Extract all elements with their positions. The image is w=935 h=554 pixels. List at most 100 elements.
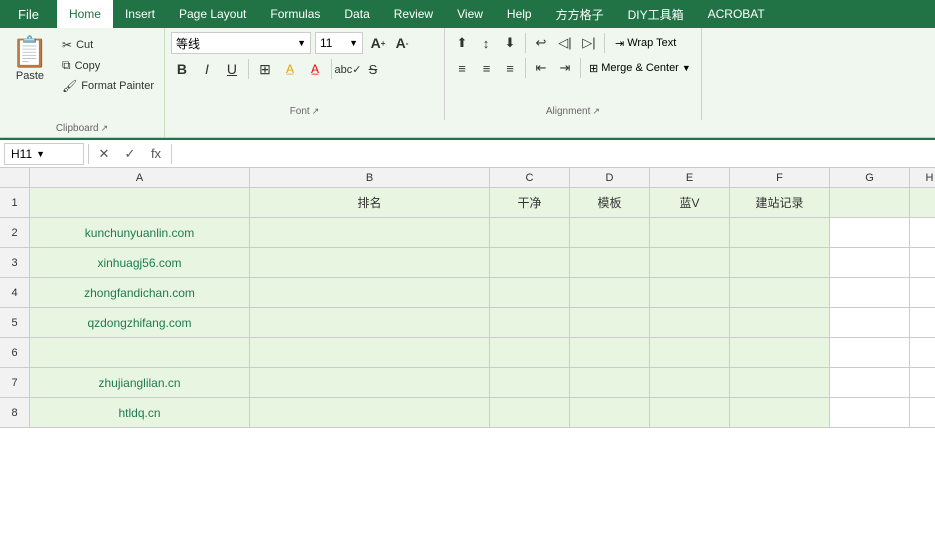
grid-cell[interactable] <box>650 308 730 338</box>
border-button[interactable]: ⊞ <box>254 58 276 80</box>
grid-cell[interactable] <box>910 278 935 308</box>
grid-cell[interactable]: qzdongzhifang.com <box>30 308 250 338</box>
font-color-button[interactable]: A̲ <box>304 58 326 80</box>
grid-cell[interactable] <box>570 338 650 368</box>
menu-data[interactable]: Data <box>332 0 381 28</box>
decrease-indent-button[interactable]: ⇤ <box>530 57 552 79</box>
menu-fangfangezi[interactable]: 方方格子 <box>544 0 616 28</box>
grid-cell[interactable] <box>250 398 490 428</box>
row-header-3[interactable]: 3 <box>0 248 30 278</box>
grid-cell[interactable]: 蓝V <box>650 188 730 218</box>
col-header-B[interactable]: B <box>250 168 490 188</box>
underline-button[interactable]: U <box>221 58 243 80</box>
row-header-4[interactable]: 4 <box>0 278 30 308</box>
grid-cell[interactable] <box>490 398 570 428</box>
cell-reference-box[interactable]: H11 ▼ <box>4 143 84 165</box>
align-middle-button[interactable]: ↕ <box>475 32 497 54</box>
menu-diy[interactable]: DIY工具箱 <box>616 0 696 28</box>
align-right-button[interactable]: ≡ <box>499 57 521 79</box>
strikethrough-button[interactable]: S <box>362 58 384 80</box>
font-name-select[interactable]: 等线 ▼ <box>171 32 311 54</box>
indent-increase-button[interactable]: ▷| <box>578 32 600 54</box>
grid-cell[interactable] <box>910 188 935 218</box>
row-header-2[interactable]: 2 <box>0 218 30 248</box>
grid-cell[interactable] <box>730 368 830 398</box>
grid-cell[interactable] <box>490 308 570 338</box>
align-left-button[interactable]: ≡ <box>451 57 473 79</box>
menu-home[interactable]: Home <box>57 0 113 28</box>
grid-cell[interactable] <box>830 338 910 368</box>
grid-cell[interactable]: htldq.cn <box>30 398 250 428</box>
grid-cell[interactable]: zhujianglilan.cn <box>30 368 250 398</box>
col-header-C[interactable]: C <box>490 168 570 188</box>
col-header-A[interactable]: A <box>30 168 250 188</box>
menu-acrobat[interactable]: ACROBAT <box>696 0 777 28</box>
menu-insert[interactable]: Insert <box>113 0 167 28</box>
merge-center-button[interactable]: ⊞ Merge & Center ▼ <box>585 60 695 77</box>
menu-view[interactable]: View <box>445 0 495 28</box>
paste-button[interactable]: 📋 Paste <box>6 34 54 84</box>
align-center-button[interactable]: ≡ <box>475 57 497 79</box>
grid-cell[interactable] <box>30 188 250 218</box>
grid-cell[interactable]: zhongfandichan.com <box>30 278 250 308</box>
col-header-D[interactable]: D <box>570 168 650 188</box>
grid-cell[interactable] <box>570 398 650 428</box>
font-size-select[interactable]: 11 ▼ <box>315 32 363 54</box>
grid-cell[interactable] <box>570 248 650 278</box>
menu-file[interactable]: File <box>0 0 57 28</box>
grid-cell[interactable] <box>650 278 730 308</box>
row-header-7[interactable]: 7 <box>0 368 30 398</box>
grid-cell[interactable] <box>490 368 570 398</box>
increase-font-size-button[interactable]: A+ <box>367 32 389 54</box>
insert-function-button[interactable]: fx <box>145 143 167 165</box>
italic-button[interactable]: I <box>196 58 218 80</box>
row-header-6[interactable]: 6 <box>0 338 30 368</box>
grid-cell[interactable] <box>910 308 935 338</box>
confirm-formula-button[interactable]: ✓ <box>119 143 141 165</box>
wrap-text-button[interactable]: ⇥ Wrap Text <box>609 35 682 52</box>
increase-indent-button[interactable]: ⇥ <box>554 57 576 79</box>
menu-page-layout[interactable]: Page Layout <box>167 0 258 28</box>
menu-help[interactable]: Help <box>495 0 544 28</box>
bold-button[interactable]: B <box>171 58 193 80</box>
grid-cell[interactable] <box>730 218 830 248</box>
col-header-G[interactable]: G <box>830 168 910 188</box>
col-header-E[interactable]: E <box>650 168 730 188</box>
cut-button[interactable]: ✂ Cut <box>58 36 158 54</box>
grid-cell[interactable] <box>490 248 570 278</box>
text-direction-button[interactable]: ↩ <box>530 32 552 54</box>
grid-cell[interactable] <box>910 368 935 398</box>
grid-cell[interactable] <box>490 278 570 308</box>
grid-cell[interactable] <box>730 338 830 368</box>
grid-cell[interactable] <box>570 218 650 248</box>
grid-cell[interactable]: 建站记录 <box>730 188 830 218</box>
grid-cell[interactable] <box>490 338 570 368</box>
col-header-F[interactable]: F <box>730 168 830 188</box>
format-painter-button[interactable]: 🖌 Format Painter <box>58 77 158 95</box>
grid-cell[interactable] <box>250 368 490 398</box>
grid-cell[interactable]: 干净 <box>490 188 570 218</box>
grid-cell[interactable] <box>910 338 935 368</box>
decrease-font-size-button[interactable]: A- <box>391 32 413 54</box>
grid-cell[interactable] <box>490 218 570 248</box>
grid-cell[interactable]: 排名 <box>250 188 490 218</box>
grid-cell[interactable] <box>250 248 490 278</box>
menu-review[interactable]: Review <box>382 0 445 28</box>
grid-cell[interactable] <box>650 398 730 428</box>
grid-cell[interactable] <box>570 368 650 398</box>
grid-cell[interactable] <box>830 278 910 308</box>
grid-cell[interactable] <box>910 398 935 428</box>
grid-cell[interactable] <box>910 218 935 248</box>
grid-cell[interactable] <box>730 278 830 308</box>
indent-decrease-button[interactable]: ◁| <box>554 32 576 54</box>
grid-cell[interactable] <box>830 398 910 428</box>
grid-cell[interactable] <box>250 338 490 368</box>
row-header-1[interactable]: 1 <box>0 188 30 218</box>
grid-cell[interactable] <box>650 338 730 368</box>
grid-cell[interactable]: kunchunyuanlin.com <box>30 218 250 248</box>
align-top-button[interactable]: ⬆ <box>451 32 473 54</box>
grid-cell[interactable] <box>30 338 250 368</box>
grid-cell[interactable]: 模板 <box>570 188 650 218</box>
grid-cell[interactable] <box>830 188 910 218</box>
grid-cell[interactable] <box>650 368 730 398</box>
